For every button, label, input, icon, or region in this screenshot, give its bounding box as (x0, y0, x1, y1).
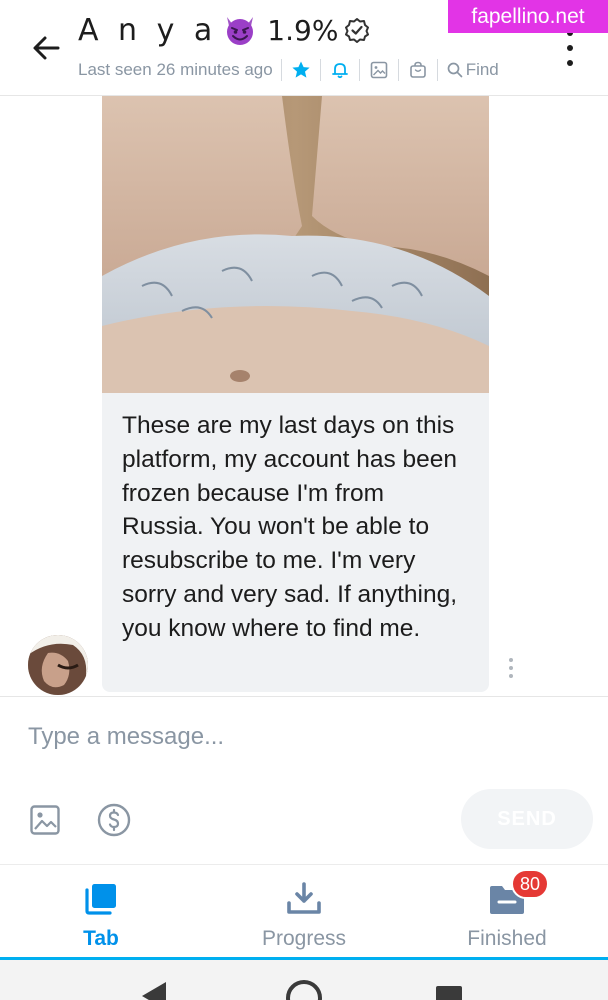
tab-finished[interactable]: 80 Finished (406, 865, 608, 958)
tab-label: Tab (83, 927, 119, 950)
media-gallery-button[interactable] (368, 59, 390, 81)
divider (280, 59, 282, 81)
verified-badge-icon (345, 18, 370, 43)
tab-progress[interactable]: Progress (203, 865, 405, 958)
message-text: These are my last days on this platform,… (122, 412, 458, 642)
more-vertical-icon (509, 658, 513, 662)
back-button[interactable] (26, 28, 66, 68)
download-icon (287, 882, 321, 914)
title-row: A n y a 1.9% (78, 10, 370, 50)
header-subrow: Last seen 26 minutes ago Find (78, 56, 499, 84)
watermark: fapellino.net (448, 0, 608, 33)
chat-screen: A n y a 1.9% Last seen 26 minutes ago Fi… (0, 0, 608, 1000)
rank-percent: 1.9% (267, 13, 339, 47)
search-icon (447, 62, 463, 78)
nav-recents-icon[interactable] (436, 986, 462, 1000)
contact-name[interactable]: A n y a (78, 13, 217, 48)
attach-media-button[interactable] (28, 803, 62, 837)
smiling-devil-emoji-icon (227, 17, 254, 45)
notifications-button[interactable] (329, 59, 351, 81)
favorite-button[interactable] (290, 59, 312, 81)
find-label: Find (465, 60, 499, 79)
nav-home-icon[interactable] (286, 980, 322, 1000)
message-photo[interactable] (102, 96, 489, 393)
send-button[interactable]: SEND (461, 789, 593, 849)
image-icon (370, 61, 387, 79)
photo-image (102, 96, 489, 393)
star-icon (292, 61, 310, 78)
purchases-button[interactable] (407, 59, 429, 81)
more-options-button[interactable] (562, 30, 578, 66)
collections-icon (85, 884, 116, 915)
message-bubble[interactable]: These are my last days on this platform,… (102, 393, 489, 692)
last-seen-status: Last seen 26 minutes ago (78, 60, 273, 79)
tab-label: Finished (467, 927, 547, 950)
divider (436, 59, 438, 81)
find-button[interactable]: Find (446, 60, 499, 80)
avatar-image (28, 635, 88, 695)
shopping-bag-icon (409, 61, 426, 78)
send-tip-button[interactable] (96, 802, 132, 838)
finished-count-badge: 80 (511, 869, 549, 899)
tab-label: Progress (261, 927, 347, 950)
bottom-tab-bar: Tab Progress 80 Finished (0, 864, 608, 960)
image-icon (30, 805, 60, 835)
divider (319, 59, 321, 81)
system-navigation-bar (0, 960, 608, 1000)
message-options-button[interactable] (506, 658, 516, 678)
avatar[interactable] (28, 635, 88, 695)
nav-back-icon[interactable] (142, 982, 166, 1000)
divider (358, 59, 360, 81)
divider (397, 59, 399, 81)
message-composer: SEND (0, 696, 608, 864)
bell-icon (331, 63, 348, 79)
message-input[interactable] (28, 719, 568, 755)
dollar-circle-icon (97, 803, 131, 837)
arrow-left-icon (33, 36, 60, 60)
chat-header: A n y a 1.9% Last seen 26 minutes ago Fi… (0, 0, 608, 96)
tab-tab[interactable]: Tab (0, 865, 202, 958)
message-list[interactable]: These are my last days on this platform,… (0, 96, 608, 696)
